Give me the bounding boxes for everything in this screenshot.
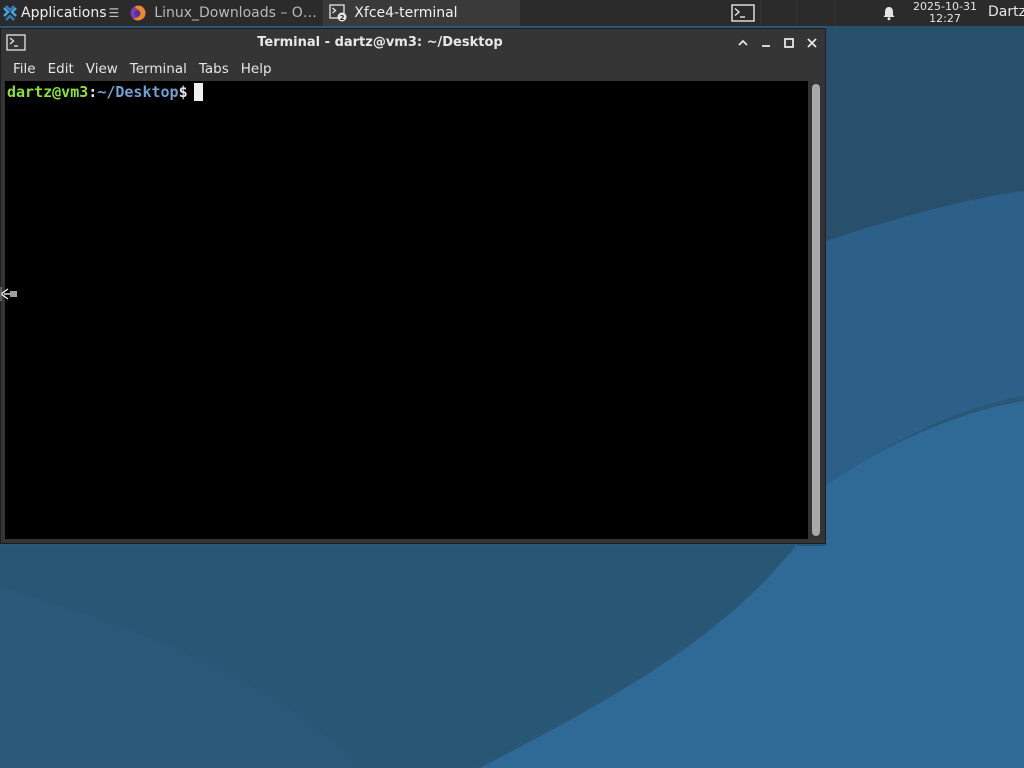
text-cursor [193,83,203,101]
terminal-window: Terminal - dartz@vm3: ~/Desktop File Edi… [0,28,826,544]
applications-menu-glyph: ☰ [108,6,120,20]
close-button[interactable] [804,35,820,51]
notifications-bell-icon[interactable] [881,5,897,21]
task-count-badge: 2 [340,14,345,22]
menu-view[interactable]: View [80,57,124,81]
panel-clock[interactable]: 2025-10-31 12:27 [905,1,985,25]
minimize-button[interactable] [758,35,774,51]
window-titlebar[interactable]: Terminal - dartz@vm3: ~/Desktop [1,29,825,57]
close-icon [807,38,817,48]
menu-terminal[interactable]: Terminal [124,57,193,81]
prompt-colon: : [88,83,98,101]
maximize-button[interactable] [781,35,797,51]
shade-button[interactable] [735,35,751,51]
chevron-up-icon [738,39,748,46]
menu-bar: File Edit View Terminal Tabs Help [1,57,825,81]
applications-menu-button[interactable]: Applications ☰ [0,0,123,26]
maximize-icon [784,38,794,48]
clock-time: 12:27 [929,12,961,25]
shell-prompt: dartz@vm3:~/Desktop$ [7,83,203,101]
mouse-pointer-icon [0,286,18,304]
terminal-output[interactable]: dartz@vm3:~/Desktop$ [5,81,808,539]
tray-separators [760,0,872,26]
xfce-logo-icon [3,5,17,21]
scrollbar-thumb[interactable] [812,84,820,536]
taskbar-item-firefox[interactable]: Linux_Downloads – Ora... [123,0,324,26]
firefox-icon [129,4,147,22]
menu-file[interactable]: File [7,57,42,81]
menu-edit[interactable]: Edit [42,57,80,81]
terminal-scrollbar[interactable] [808,81,825,539]
menu-tabs[interactable]: Tabs [193,57,235,81]
taskbar-item-label: Linux_Downloads – Ora... [154,5,318,21]
menu-help[interactable]: Help [235,57,278,81]
prompt-path: ~/Desktop [97,83,179,101]
terminal-launcher-icon [731,4,755,22]
user-menu[interactable]: Dartz [988,4,1024,20]
prompt-dollar: $ [178,83,188,101]
taskbar-item-terminal[interactable]: 2 Xfce4-terminal [323,0,521,26]
top-panel: Applications ☰ Linux_Downloads – Ora... … [0,0,1024,26]
minimize-icon [762,45,770,47]
terminal-icon: 2 [329,4,347,22]
prompt-user-host: dartz@vm3 [7,83,89,101]
window-title: Terminal - dartz@vm3: ~/Desktop [257,35,503,50]
taskbar-item-label: Xfce4-terminal [354,5,458,21]
tray-terminal-launcher[interactable] [729,2,757,24]
applications-label: Applications [21,5,107,21]
